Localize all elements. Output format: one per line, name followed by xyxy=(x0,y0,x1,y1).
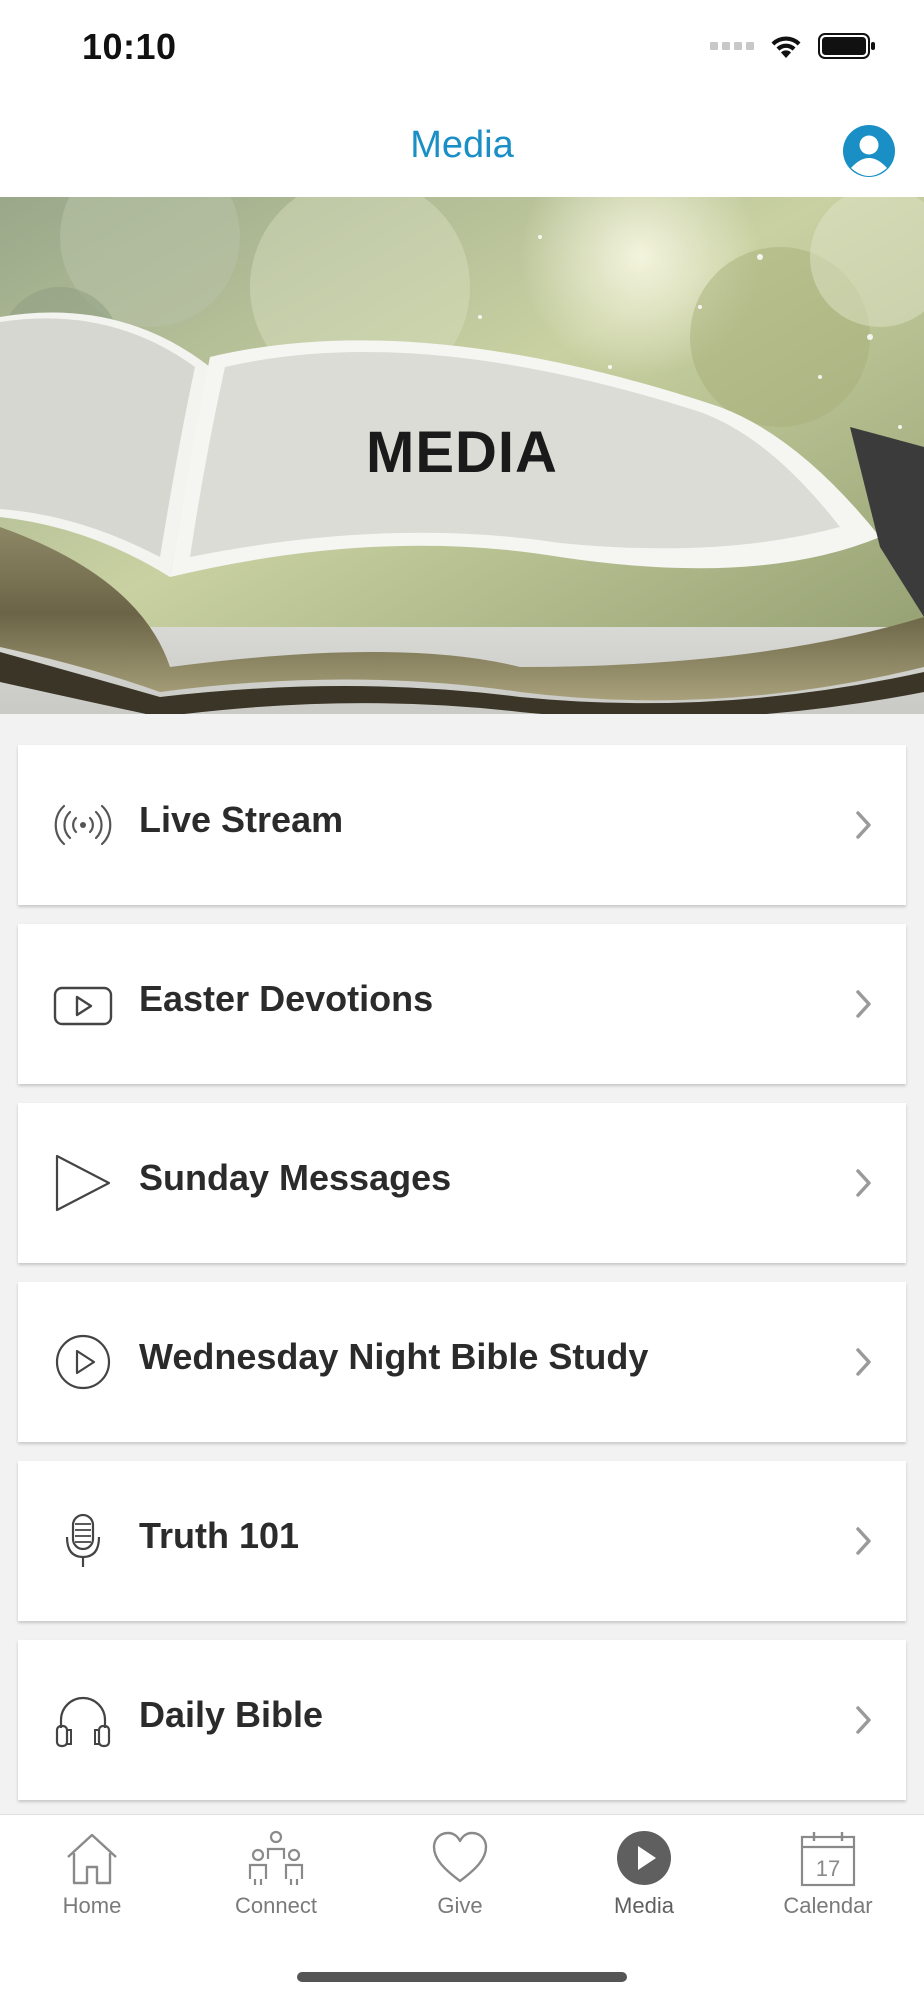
page-title: Media xyxy=(410,124,514,166)
menu-item-label: Sunday Messages xyxy=(139,1157,452,1198)
cellular-signal-icon xyxy=(710,42,754,50)
chevron-right-icon xyxy=(856,1706,871,1734)
tab-give[interactable]: Give xyxy=(368,1829,552,1939)
profile-icon[interactable] xyxy=(842,124,896,178)
play-circle-filled-icon xyxy=(617,1831,671,1885)
menu-item-live-stream[interactable]: Live Stream xyxy=(18,745,906,905)
menu-item-easter-devotions[interactable]: Easter Devotions xyxy=(18,924,906,1084)
wifi-icon xyxy=(771,36,801,58)
tab-label: Connect xyxy=(235,1893,317,1918)
headphones-icon xyxy=(55,1696,111,1748)
media-menu-list: Live Stream Easter Devotions Sunday Mess… xyxy=(18,745,906,1819)
chevron-right-icon xyxy=(856,1348,871,1376)
tab-label: Give xyxy=(437,1893,483,1918)
menu-item-label: Easter Devotions xyxy=(139,978,434,1019)
tab-connect[interactable]: Connect xyxy=(184,1829,368,1939)
home-indicator xyxy=(297,1972,627,1982)
tab-media[interactable]: Media xyxy=(552,1829,736,1939)
chevron-right-icon xyxy=(856,1169,871,1197)
broadcast-icon xyxy=(54,804,112,846)
tab-home[interactable]: Home xyxy=(0,1829,184,1939)
play-circle-icon xyxy=(55,1334,111,1390)
menu-item-label: Wednesday Night Bible Study xyxy=(139,1336,649,1377)
status-bar: 10:10 xyxy=(0,0,924,100)
video-player-icon xyxy=(53,986,113,1026)
hero-title: MEDIA xyxy=(366,420,558,485)
battery-icon xyxy=(818,33,875,59)
menu-item-sunday-messages[interactable]: Sunday Messages xyxy=(18,1103,906,1263)
chevron-right-icon xyxy=(856,811,871,839)
hero-banner: MEDIA xyxy=(0,197,924,714)
play-triangle-icon xyxy=(55,1154,111,1212)
home-icon xyxy=(67,1833,117,1885)
menu-item-daily-bible[interactable]: Daily Bible xyxy=(18,1640,906,1800)
nav-bar: Media xyxy=(0,100,924,197)
menu-item-wednesday-night-bible-study[interactable]: Wednesday Night Bible Study xyxy=(18,1282,906,1442)
menu-item-label: Truth 101 xyxy=(139,1515,300,1556)
microphone-icon xyxy=(65,1513,101,1567)
chevron-right-icon xyxy=(856,1527,871,1555)
tab-label: Calendar xyxy=(783,1893,873,1918)
calendar-day: 17 xyxy=(816,1856,840,1881)
tab-label: Home xyxy=(62,1893,122,1918)
menu-item-truth-101[interactable]: Truth 101 xyxy=(18,1461,906,1621)
tab-label: Media xyxy=(614,1893,674,1918)
chevron-right-icon xyxy=(856,990,871,1018)
heart-icon xyxy=(432,1831,488,1883)
calendar-icon: 17 xyxy=(800,1832,856,1887)
status-time: 10:10 xyxy=(82,26,177,67)
people-icon xyxy=(248,1830,304,1885)
menu-item-label: Live Stream xyxy=(139,799,344,840)
status-icons xyxy=(710,32,876,60)
tab-calendar[interactable]: 17 Calendar xyxy=(736,1829,920,1939)
menu-item-label: Daily Bible xyxy=(139,1694,324,1735)
